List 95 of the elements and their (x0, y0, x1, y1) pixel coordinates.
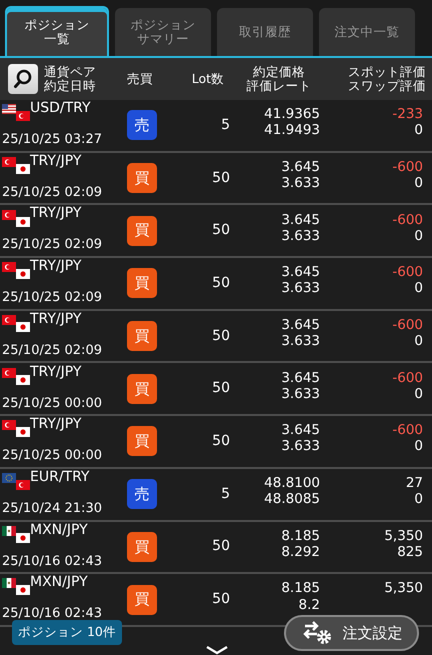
spot-valuation: -600 (391, 264, 423, 280)
trade-date: 25/10/16 02:43 (2, 552, 103, 571)
valuation-rate: 3.633 (280, 175, 320, 192)
column-header: 売買 (126, 72, 154, 86)
lot-count: 50 (211, 168, 230, 188)
side-badge: 買 (127, 321, 157, 352)
trade-date: 25/10/25 03:27 (2, 131, 103, 150)
valuation-rate: 3.633 (280, 228, 320, 244)
valuation-rate: 3.633 (280, 386, 320, 402)
tab[interactable]: 取引履歴 (217, 8, 313, 56)
trade-date: 25/10/24 21:30 (2, 500, 103, 518)
currency-pair: USD/TRY (30, 101, 91, 116)
spot-valuation: 5,350 (383, 580, 423, 597)
currency-pair: TRY/JPY (30, 259, 82, 275)
column-header: 通貨ペア (44, 64, 97, 79)
contract-rate: 48.8100 (263, 474, 320, 492)
swap-valuation: 0 (413, 491, 423, 508)
tab[interactable]: ポジション サマリー (115, 8, 211, 56)
order-settings-button[interactable]: 注文設定 (284, 615, 419, 651)
valuation-rate: 3.633 (280, 333, 320, 350)
contract-rate: 3.645 (280, 212, 320, 228)
tab[interactable]: ポジション 一覧 (5, 6, 109, 56)
trade-date: 25/10/25 02:09 (2, 184, 103, 202)
valuation-rate: 41.9493 (263, 122, 320, 139)
lot-count: 50 (211, 432, 230, 451)
currency-pair: EUR/TRY (30, 470, 90, 486)
spot-valuation: 5,350 (383, 528, 423, 544)
valuation-rate: 8.2 (298, 596, 320, 613)
currency-pair: MXN/JPY (30, 522, 88, 538)
tab[interactable]: 注文中一覧 (319, 8, 415, 56)
swap-valuation: 0 (413, 280, 423, 297)
column-header: 約定日時 (44, 79, 97, 94)
contract-rate: 3.645 (280, 158, 320, 176)
swap-valuation: 0 (413, 386, 423, 402)
swap-valuation: 825 (396, 544, 423, 560)
side-badge: 買 (127, 374, 157, 404)
swap-valuation: 0 (413, 228, 423, 244)
spot-valuation: -233 (391, 106, 423, 122)
lot-count: 5 (220, 484, 230, 504)
spot-valuation: -600 (391, 212, 423, 228)
currency-pair: TRY/JPY (30, 312, 82, 328)
contract-rate: 3.645 (280, 370, 320, 386)
valuation-rate: 3.633 (280, 280, 320, 297)
side-badge: 買 (127, 584, 157, 615)
spot-valuation: -600 (391, 158, 423, 176)
lot-count: 50 (211, 590, 230, 610)
lot-count: 5 (220, 116, 230, 135)
currency-pair: TRY/JPY (30, 417, 82, 433)
lot-count: 50 (211, 379, 230, 398)
trade-date: 25/10/25 02:09 (2, 289, 103, 308)
side-badge: 買 (127, 426, 157, 456)
column-header: スポット評価 (347, 64, 426, 79)
spot-valuation: -600 (391, 316, 423, 334)
search-button[interactable] (8, 64, 38, 94)
column-header: スワップ評価 (347, 79, 426, 94)
chevron-down-icon[interactable] (205, 645, 229, 655)
column-header: 約定価格 (252, 64, 306, 79)
swap-valuation: 0 (413, 122, 423, 139)
trade-date: 25/10/25 02:09 (2, 236, 103, 254)
side-badge: 買 (127, 163, 157, 194)
valuation-rate: 3.633 (280, 438, 320, 455)
search-icon (13, 69, 33, 89)
contract-rate: 41.9365 (263, 106, 320, 122)
contract-rate: 8.185 (280, 580, 320, 597)
side-badge: 売 (127, 110, 157, 140)
column-header: Lot数 (190, 72, 224, 86)
currency-pair: MXN/JPY (30, 575, 88, 591)
spot-valuation: 27 (404, 474, 423, 492)
lot-count: 50 (211, 537, 230, 556)
trade-date: 25/10/25 00:00 (2, 394, 103, 413)
lot-count: 50 (211, 326, 230, 346)
contract-rate: 3.645 (280, 316, 320, 334)
side-badge: 買 (127, 532, 157, 562)
valuation-rate: 8.292 (280, 544, 320, 560)
column-header: 評価レート (246, 79, 312, 94)
swap-valuation: 0 (413, 333, 423, 350)
lot-count: 50 (211, 221, 230, 240)
currency-pair: TRY/JPY (30, 154, 82, 170)
currency-pair: TRY/JPY (30, 206, 82, 222)
trade-date: 25/10/25 02:09 (2, 342, 103, 360)
position-count-badge: ポジション 10件 (12, 620, 122, 645)
contract-rate: 3.645 (280, 422, 320, 438)
side-badge: 買 (127, 268, 157, 298)
valuation-rate: 48.8085 (263, 491, 320, 508)
swap-valuation: 0 (413, 438, 423, 455)
contract-rate: 3.645 (280, 264, 320, 280)
contract-rate: 8.185 (280, 528, 320, 544)
side-badge: 売 (127, 479, 157, 510)
spot-valuation: -600 (391, 370, 423, 386)
swap-valuation: 0 (413, 175, 423, 192)
currency-pair: TRY/JPY (30, 364, 82, 380)
spot-valuation: -600 (391, 422, 423, 438)
lot-count: 50 (211, 274, 230, 293)
side-badge: 買 (127, 216, 157, 246)
trade-date: 25/10/25 00:00 (2, 447, 103, 466)
